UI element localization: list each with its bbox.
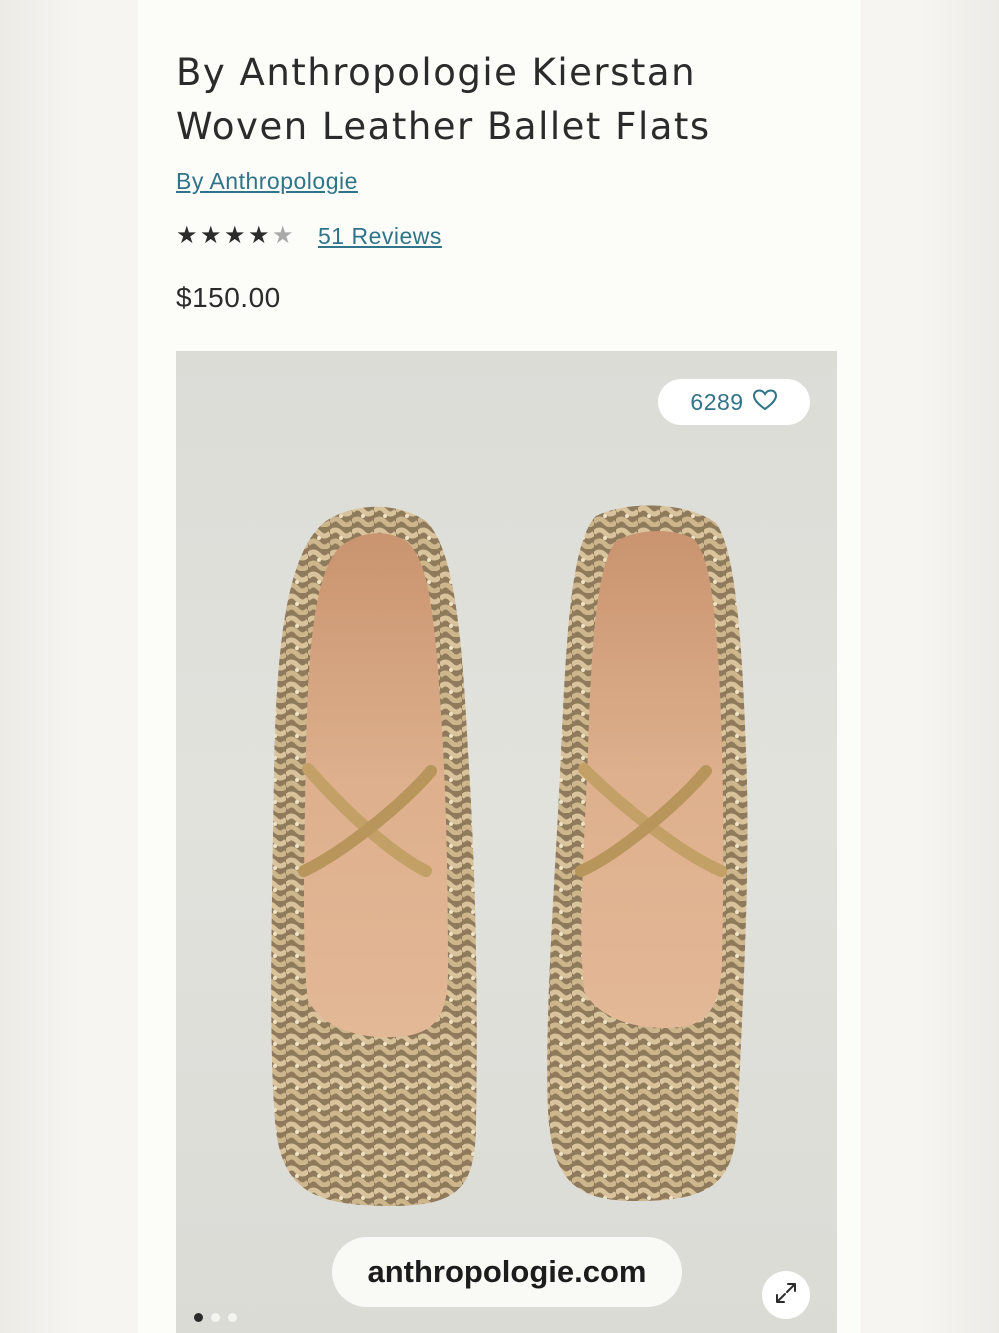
product-title: By Anthropologie Kierstan Woven Leather … (176, 51, 711, 148)
brand-link[interactable]: By Anthropologie (176, 168, 358, 195)
star-icon: ★ (224, 222, 246, 249)
product-page: By Anthropologie Kierstan Woven Leather … (138, 0, 861, 1333)
product-image (271, 505, 748, 1207)
product-price: $150.00 (176, 282, 281, 313)
right-shoe (547, 505, 748, 1201)
expand-icon (773, 1280, 799, 1311)
carousel-dot[interactable] (228, 1313, 237, 1322)
star-icon: ★ (248, 222, 270, 249)
left-shoe (271, 506, 477, 1207)
star-icon: ★ (200, 222, 222, 249)
site-watermark: anthropologie.com (332, 1237, 682, 1307)
star-rating: ★ ★ ★ ★ ★ (176, 220, 296, 252)
carousel-dot[interactable] (194, 1313, 203, 1322)
rating-row: ★ ★ ★ ★ ★ 51 Reviews (176, 220, 442, 252)
carousel-dots (194, 1313, 237, 1322)
carousel-dot[interactable] (211, 1313, 220, 1322)
star-empty-icon: ★ (272, 222, 294, 249)
product-image-gallery[interactable]: 6289 anthropologie.com (176, 351, 837, 1333)
expand-button[interactable] (762, 1271, 810, 1319)
star-icon: ★ (176, 222, 198, 249)
favorite-count: 6289 (690, 388, 744, 415)
favorite-button[interactable]: 6289 (658, 379, 810, 425)
heart-icon (752, 388, 778, 417)
reviews-link[interactable]: 51 Reviews (318, 223, 442, 250)
